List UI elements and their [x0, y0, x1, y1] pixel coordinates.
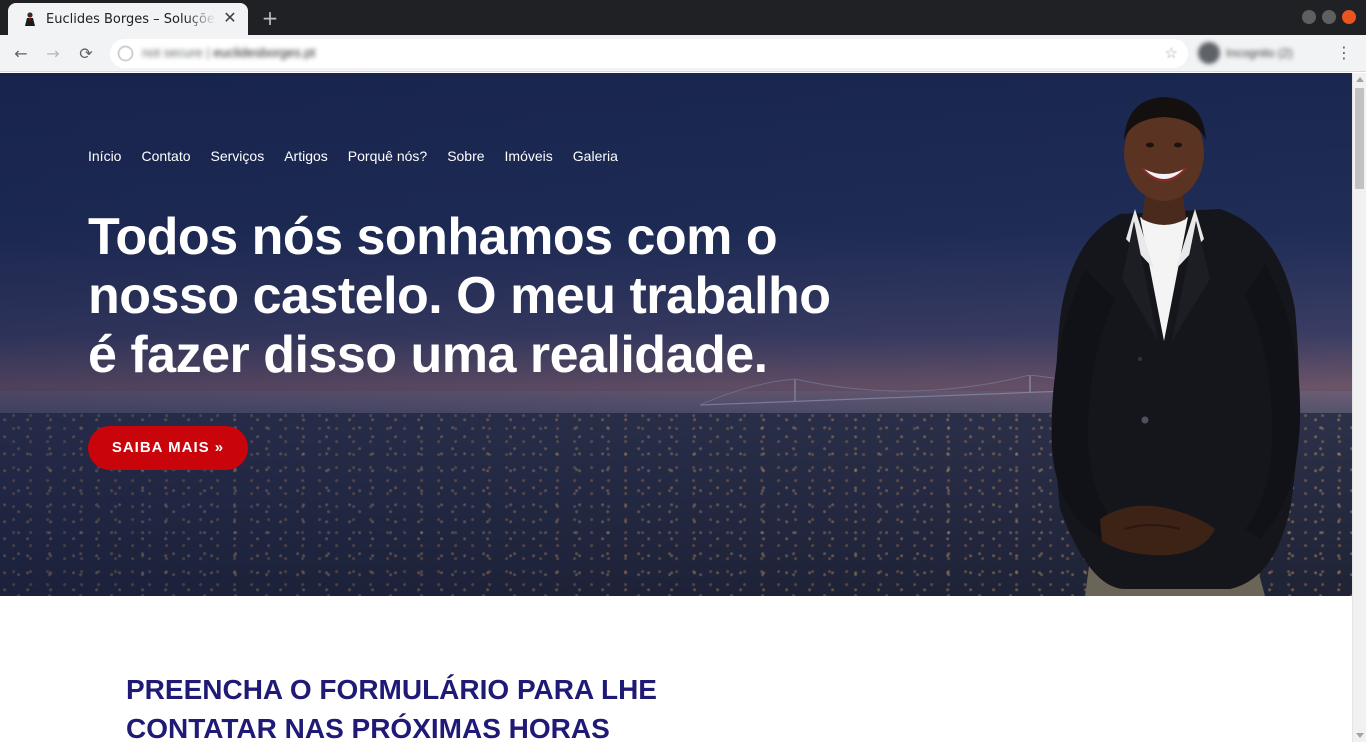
nav-link-galeria[interactable]: Galeria — [573, 148, 618, 164]
incognito-profile-button[interactable]: Incognito (2) — [1198, 41, 1293, 65]
browser-toolbar: ← → ⟳ not secure | euclidesborges.pt ☆ I… — [0, 35, 1366, 72]
page-viewport: Início Contato Serviços Artigos Porquê n… — [0, 73, 1352, 742]
nav-link-imoveis[interactable]: Imóveis — [505, 148, 553, 164]
scroll-down-arrow-icon[interactable] — [1356, 733, 1364, 738]
browser-tab-bar: Euclides Borges – Soluções Imobiliárias … — [0, 0, 1366, 35]
browser-menu-icon[interactable]: ⋮ — [1336, 43, 1352, 62]
saiba-mais-button[interactable]: SAIBA MAIS » — [88, 426, 248, 470]
reload-icon[interactable]: ⟳ — [75, 43, 97, 65]
nav-link-inicio[interactable]: Início — [88, 148, 121, 164]
form-section-heading: PREENCHA O FORMULÁRIO PARA LHE CONTATAR … — [126, 674, 657, 742]
nav-link-artigos[interactable]: Artigos — [284, 148, 328, 164]
site-favicon-icon — [22, 11, 38, 27]
minimize-window-button[interactable] — [1302, 10, 1316, 24]
nav-link-sobre[interactable]: Sobre — [447, 148, 484, 164]
address-bar[interactable]: not secure | euclidesborges.pt ☆ — [110, 39, 1188, 68]
back-arrow-icon[interactable]: ← — [10, 43, 32, 65]
address-text: not secure | euclidesborges.pt — [142, 45, 316, 60]
nav-link-porque-nos[interactable]: Porquê nós? — [348, 148, 427, 164]
page-scrollbar[interactable] — [1352, 73, 1366, 742]
agent-portrait-image — [1051, 97, 1301, 596]
close-window-button[interactable] — [1342, 10, 1356, 24]
main-navigation: Início Contato Serviços Artigos Porquê n… — [88, 148, 618, 164]
nav-link-servicos[interactable]: Serviços — [211, 148, 265, 164]
scrollbar-thumb[interactable] — [1355, 88, 1364, 189]
browser-tab[interactable]: Euclides Borges – Soluções Imobiliárias … — [8, 3, 248, 35]
maximize-window-button[interactable] — [1322, 10, 1336, 24]
close-tab-icon[interactable]: ✕ — [222, 11, 238, 27]
address-host: euclidesborges.pt — [213, 45, 316, 60]
window-controls — [1302, 10, 1356, 24]
hero-section: Início Contato Serviços Artigos Porquê n… — [0, 73, 1352, 596]
site-info-icon[interactable] — [118, 46, 133, 61]
forward-arrow-icon[interactable]: → — [42, 43, 64, 65]
tab-title: Euclides Borges – Soluções Imobiliárias — [46, 11, 216, 27]
incognito-icon — [1198, 42, 1220, 64]
new-tab-button[interactable]: + — [258, 7, 282, 29]
bookmark-star-icon[interactable]: ☆ — [1165, 44, 1178, 62]
profile-label: Incognito (2) — [1226, 46, 1293, 60]
nav-link-contato[interactable]: Contato — [141, 148, 190, 164]
address-security-label: not secure — [142, 45, 203, 60]
hero-headline: Todos nós sonhamos com o nosso castelo. … — [88, 208, 831, 384]
scroll-up-arrow-icon[interactable] — [1356, 77, 1364, 82]
